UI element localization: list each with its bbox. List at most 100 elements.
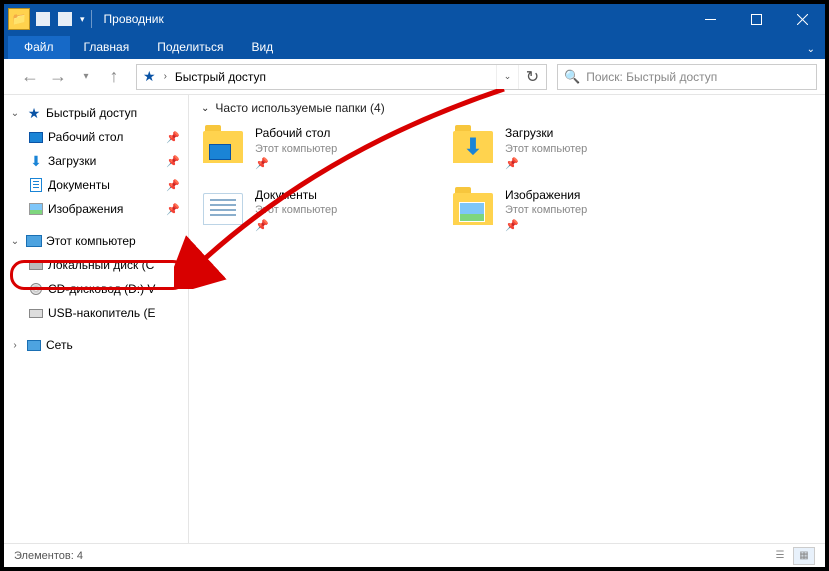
file-menu[interactable]: Файл — [8, 36, 70, 59]
sidebar-item-label: Рабочий стол — [48, 130, 162, 144]
disk-icon — [28, 257, 44, 273]
status-bar: Элементов: 4 ☰ ▦ — [4, 543, 825, 567]
sidebar-documents[interactable]: Документы 📌 — [4, 173, 188, 197]
minimize-button[interactable] — [687, 4, 733, 34]
ribbon-tabs: Файл Главная Поделиться Вид ⌄ — [4, 34, 825, 59]
tile-title: Изображения — [505, 187, 587, 204]
search-icon: 🔍 — [564, 69, 580, 85]
tile-title: Документы — [255, 187, 337, 204]
section-header[interactable]: ⌄ Часто используемые папки (4) — [201, 101, 813, 115]
chevron-down-icon[interactable]: ⌄ — [8, 236, 22, 247]
tile-subtitle: Этот компьютер — [255, 142, 337, 157]
pin-icon: 📌 — [255, 219, 337, 234]
folder-pictures-icon — [451, 187, 495, 231]
qat-item[interactable] — [36, 12, 50, 26]
cd-icon — [28, 281, 44, 297]
quick-access-toolbar[interactable]: ▾ — [36, 12, 85, 26]
navigation-pane: ⌄ ★ Быстрый доступ Рабочий стол 📌 ⬇ Загр… — [4, 95, 189, 543]
sidebar-local-disk[interactable]: Локальный диск (C — [4, 253, 188, 277]
pin-icon: 📌 — [166, 203, 180, 216]
sidebar-item-label: Этот компьютер — [46, 234, 188, 248]
pin-icon: 📌 — [166, 131, 180, 144]
documents-icon — [28, 177, 44, 193]
tile-subtitle: Этот компьютер — [505, 203, 587, 218]
forward-button[interactable]: → — [46, 65, 70, 89]
folder-downloads-icon — [451, 125, 495, 169]
explorer-window: 📁 ▾ Проводник Файл Главная Поделиться Ви… — [4, 4, 825, 567]
sidebar-network[interactable]: › Сеть — [4, 333, 188, 357]
up-button[interactable]: ↑ — [102, 65, 126, 89]
refresh-button[interactable]: ↻ — [518, 65, 546, 89]
sidebar-item-label: Документы — [48, 178, 162, 192]
star-icon: ★ — [143, 68, 156, 85]
sidebar-item-label: USB-накопитель (E — [48, 306, 188, 320]
pin-icon: 📌 — [166, 179, 180, 192]
titlebar: 📁 ▾ Проводник — [4, 4, 825, 34]
tile-title: Рабочий стол — [255, 125, 337, 142]
window-title: Проводник — [104, 12, 164, 26]
details-view-button[interactable]: ☰ — [769, 547, 791, 565]
app-icon: 📁 — [4, 8, 30, 30]
icons-view-button[interactable]: ▦ — [793, 547, 815, 565]
sidebar-item-label: Сеть — [46, 338, 188, 352]
address-dropdown[interactable]: ⌄ — [496, 65, 518, 89]
tile-downloads[interactable]: Загрузки Этот компьютер 📌 — [451, 125, 661, 173]
pin-icon: 📌 — [166, 155, 180, 168]
close-button[interactable] — [779, 4, 825, 34]
address-bar[interactable]: ★ › Быстрый доступ ⌄ ↻ — [136, 64, 547, 90]
sidebar-desktop[interactable]: Рабочий стол 📌 — [4, 125, 188, 149]
nav-toolbar: ← → ▾ ↑ ★ › Быстрый доступ ⌄ ↻ 🔍 Поиск: … — [4, 59, 825, 95]
maximize-button[interactable] — [733, 4, 779, 34]
sidebar-item-label: CD-дисковод (D:) V — [48, 282, 188, 296]
chevron-icon[interactable]: › — [162, 71, 169, 82]
pc-icon — [26, 233, 42, 249]
desktop-icon — [28, 129, 44, 145]
tile-title: Загрузки — [505, 125, 587, 142]
sidebar-item-label: Локальный диск (C — [48, 258, 188, 272]
network-icon — [26, 337, 42, 353]
section-title: Часто используемые папки (4) — [215, 101, 384, 115]
usb-icon — [28, 305, 44, 321]
chevron-right-icon[interactable]: › — [8, 340, 22, 351]
item-count: Элементов: 4 — [14, 550, 83, 562]
sidebar-downloads[interactable]: ⬇ Загрузки 📌 — [4, 149, 188, 173]
tile-subtitle: Этот компьютер — [505, 142, 587, 157]
content-pane[interactable]: ⌄ Часто используемые папки (4) Рабочий с… — [189, 95, 825, 543]
star-icon: ★ — [26, 105, 42, 121]
sidebar-item-label: Изображения — [48, 202, 162, 216]
body: ⌄ ★ Быстрый доступ Рабочий стол 📌 ⬇ Загр… — [4, 95, 825, 543]
pin-icon: 📌 — [505, 157, 587, 172]
breadcrumb[interactable]: Быстрый доступ — [169, 70, 272, 84]
sidebar-quick-access[interactable]: ⌄ ★ Быстрый доступ — [4, 101, 188, 125]
back-button[interactable]: ← — [18, 65, 42, 89]
downloads-icon: ⬇ — [28, 153, 44, 169]
tile-subtitle: Этот компьютер — [255, 203, 337, 218]
tile-documents[interactable]: Документы Этот компьютер 📌 — [201, 187, 411, 235]
tab-share[interactable]: Поделиться — [143, 36, 237, 59]
history-dropdown[interactable]: ▾ — [74, 65, 98, 89]
folder-grid: Рабочий стол Этот компьютер 📌 Загрузки Э… — [201, 125, 813, 234]
tile-pictures[interactable]: Изображения Этот компьютер 📌 — [451, 187, 661, 235]
qat-item[interactable] — [58, 12, 72, 26]
pin-icon: 📌 — [505, 219, 587, 234]
divider — [91, 10, 92, 28]
folder-documents-icon — [201, 187, 245, 231]
tile-desktop[interactable]: Рабочий стол Этот компьютер 📌 — [201, 125, 411, 173]
tab-view[interactable]: Вид — [237, 36, 287, 59]
qat-dropdown-icon[interactable]: ▾ — [80, 14, 85, 25]
sidebar-pictures[interactable]: Изображения 📌 — [4, 197, 188, 221]
ribbon-expand-icon[interactable]: ⌄ — [807, 44, 815, 59]
tab-home[interactable]: Главная — [70, 36, 144, 59]
chevron-down-icon[interactable]: ⌄ — [201, 103, 209, 114]
sidebar-item-label: Загрузки — [48, 154, 162, 168]
sidebar-cd-drive[interactable]: CD-дисковод (D:) V — [4, 277, 188, 301]
pictures-icon — [28, 201, 44, 217]
sidebar-item-label: Быстрый доступ — [46, 106, 188, 120]
folder-desktop-icon — [201, 125, 245, 169]
sidebar-usb-drive[interactable]: USB-накопитель (E — [4, 301, 188, 325]
sidebar-this-pc[interactable]: ⌄ Этот компьютер — [4, 229, 188, 253]
search-placeholder: Поиск: Быстрый доступ — [586, 70, 717, 84]
pin-icon: 📌 — [255, 157, 337, 172]
search-box[interactable]: 🔍 Поиск: Быстрый доступ — [557, 64, 817, 90]
chevron-down-icon[interactable]: ⌄ — [8, 108, 22, 119]
